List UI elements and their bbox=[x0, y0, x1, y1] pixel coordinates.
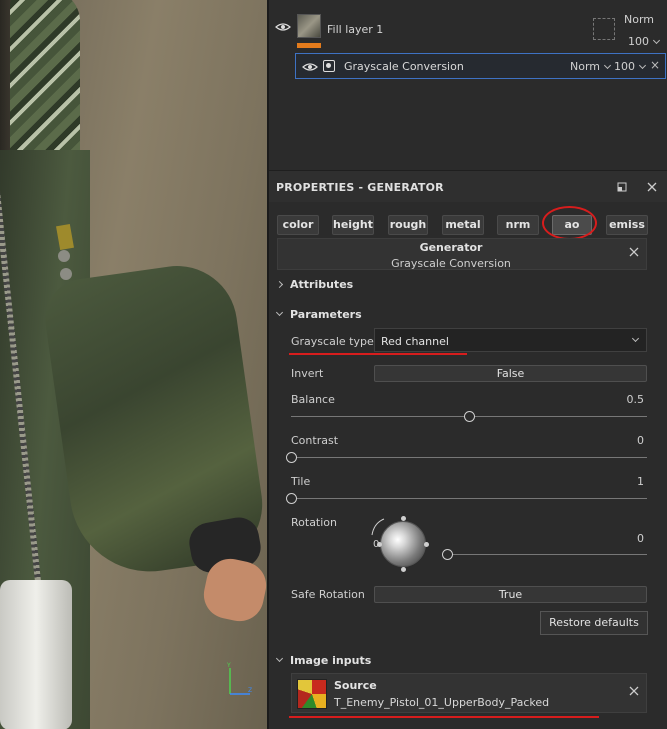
tab-metal[interactable]: metal bbox=[442, 215, 484, 235]
contrast-slider-track[interactable] bbox=[291, 457, 647, 458]
tile-slider-track[interactable] bbox=[291, 498, 647, 499]
panel-title: PROPERTIES - GENERATOR bbox=[276, 181, 444, 194]
chevron-down-icon bbox=[652, 36, 661, 45]
jacket-button bbox=[58, 250, 70, 262]
tab-nrm[interactable]: nrm bbox=[497, 215, 539, 235]
annotation-circle bbox=[542, 206, 597, 240]
layer-color-bar bbox=[297, 43, 321, 48]
tab-emiss[interactable]: emiss bbox=[606, 215, 648, 235]
chevron-down-icon bbox=[631, 334, 640, 343]
source-file-name[interactable]: T_Enemy_Pistol_01_UpperBody_Packed bbox=[334, 696, 549, 709]
balance-slider-knob[interactable] bbox=[464, 411, 475, 422]
eye-icon[interactable] bbox=[275, 22, 291, 32]
chevron-down-icon bbox=[275, 654, 284, 663]
axis-gizmo-icon: Y Z bbox=[226, 662, 252, 695]
undock-icon[interactable] bbox=[617, 182, 627, 192]
generator-icon bbox=[323, 60, 335, 72]
tile-slider-knob[interactable] bbox=[286, 493, 297, 504]
source-title: Source bbox=[334, 679, 377, 692]
tab-height[interactable]: height bbox=[332, 215, 374, 235]
dial-tick bbox=[401, 516, 406, 521]
rotation-slider-track[interactable] bbox=[447, 554, 647, 555]
section-label: Image inputs bbox=[290, 654, 372, 667]
generator-header: Generator Grayscale Conversion bbox=[277, 238, 647, 270]
chevron-right-icon bbox=[275, 280, 284, 289]
source-input[interactable]: Source T_Enemy_Pistol_01_UpperBody_Packe… bbox=[291, 673, 647, 713]
safe-rotation-label: Safe Rotation bbox=[291, 588, 365, 601]
tile-label: Tile bbox=[291, 475, 311, 488]
chevron-down-icon bbox=[638, 61, 647, 70]
layer-blend-mode[interactable]: Norm bbox=[624, 13, 654, 26]
section-label: Parameters bbox=[290, 308, 362, 321]
grayscale-type-value: Red channel bbox=[381, 335, 449, 348]
svg-text:Z: Z bbox=[248, 687, 252, 694]
layer-opacity-value: 100 bbox=[628, 35, 649, 48]
texture-thumbnail bbox=[297, 679, 327, 709]
rotation-value[interactable]: 0 bbox=[637, 532, 644, 545]
layer-thumbnail bbox=[297, 14, 321, 38]
dial-tick bbox=[424, 542, 429, 547]
white-holster bbox=[0, 580, 72, 729]
channel-tabs: color height rough metal nrm ao emiss bbox=[277, 215, 657, 235]
invert-label: Invert bbox=[291, 367, 324, 380]
contrast-value[interactable]: 0 bbox=[637, 434, 644, 447]
layer-name[interactable]: Fill layer 1 bbox=[327, 23, 383, 36]
properties-panel: PROPERTIES - GENERATOR color height roug… bbox=[269, 170, 667, 729]
close-icon[interactable] bbox=[647, 182, 657, 192]
tile-value[interactable]: 1 bbox=[637, 475, 644, 488]
effect-opacity[interactable]: 100 bbox=[614, 60, 647, 73]
viewport-3d[interactable]: Y Z bbox=[0, 0, 267, 729]
annotation-underline bbox=[289, 716, 599, 718]
grayscale-type-label: Grayscale type bbox=[291, 335, 374, 348]
contrast-label: Contrast bbox=[291, 434, 339, 447]
section-attributes[interactable]: Attributes bbox=[275, 278, 354, 291]
chevron-down-icon bbox=[275, 308, 284, 317]
close-icon[interactable]: × bbox=[650, 58, 660, 72]
effect-blend-mode[interactable]: Norm bbox=[570, 60, 612, 73]
tab-color[interactable]: color bbox=[277, 215, 319, 235]
chevron-down-icon bbox=[603, 61, 612, 70]
tab-rough[interactable]: rough bbox=[388, 215, 428, 235]
section-parameters[interactable]: Parameters bbox=[275, 308, 362, 321]
layer-row-fill[interactable]: Fill layer 1 Norm 100 bbox=[269, 0, 667, 52]
rotation-slider-knob[interactable] bbox=[442, 549, 453, 560]
contrast-slider-knob[interactable] bbox=[286, 452, 297, 463]
layer-opacity[interactable]: 100 bbox=[628, 35, 661, 48]
dial-tick bbox=[377, 542, 382, 547]
eye-icon[interactable] bbox=[302, 62, 318, 72]
effect-row-grayscale[interactable]: Grayscale Conversion Norm 100 × bbox=[295, 53, 666, 79]
generator-name[interactable]: Grayscale Conversion bbox=[278, 257, 624, 270]
grayscale-type-select[interactable]: Red channel bbox=[374, 328, 647, 352]
layer-mask-slot[interactable] bbox=[593, 18, 615, 40]
close-icon[interactable] bbox=[629, 686, 639, 696]
effect-blend-value: Norm bbox=[570, 60, 601, 73]
balance-value[interactable]: 0.5 bbox=[627, 393, 645, 406]
safe-rotation-toggle[interactable]: True bbox=[374, 586, 647, 603]
section-label: Attributes bbox=[290, 278, 354, 291]
section-image-inputs[interactable]: Image inputs bbox=[275, 654, 372, 667]
jacket-button bbox=[60, 268, 72, 280]
generator-title: Generator bbox=[419, 241, 483, 254]
layers-panel: Fill layer 1 Norm 100 Grayscale Conversi… bbox=[269, 0, 667, 168]
svg-text:Y: Y bbox=[226, 662, 231, 669]
close-icon[interactable] bbox=[629, 247, 639, 257]
rotation-dial[interactable] bbox=[380, 521, 426, 567]
effect-name: Grayscale Conversion bbox=[344, 60, 464, 73]
invert-toggle[interactable]: False bbox=[374, 365, 647, 382]
effect-opacity-value: 100 bbox=[614, 60, 635, 73]
layer-blend-value: Norm bbox=[624, 13, 655, 26]
dial-tick bbox=[401, 567, 406, 572]
balance-label: Balance bbox=[291, 393, 335, 406]
restore-defaults-button[interactable]: Restore defaults bbox=[540, 611, 648, 635]
annotation-underline bbox=[289, 353, 467, 355]
rotation-label: Rotation bbox=[291, 516, 338, 529]
properties-header: PROPERTIES - GENERATOR bbox=[269, 170, 667, 202]
